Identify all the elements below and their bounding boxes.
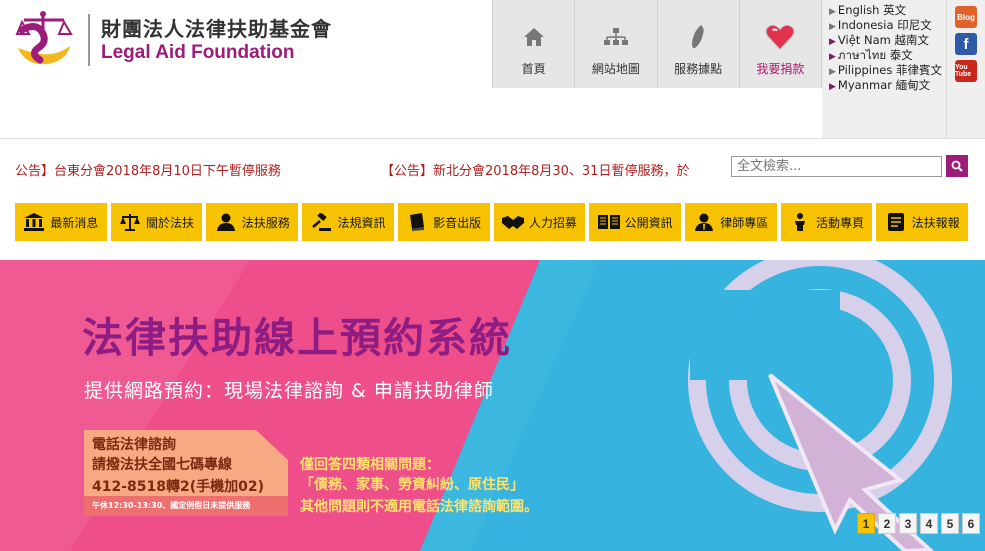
- site-header: 財團法人法律扶助基金會 Legal Aid Foundation 首頁 網站地圖…: [0, 0, 985, 138]
- lang-label: English 英文: [837, 3, 907, 17]
- triangle-right-icon: ▶: [829, 67, 836, 77]
- lang-label: Myanmar 緬甸文: [837, 78, 931, 92]
- menu-item-media[interactable]: 影音出版: [397, 203, 490, 241]
- logo-name-zh[interactable]: 財團法人法律扶助基金會: [101, 13, 332, 42]
- logo-name-en[interactable]: Legal Aid Foundation: [101, 42, 295, 64]
- triangle-right-icon: ▶: [829, 7, 836, 17]
- gavel-icon: [310, 212, 332, 232]
- youtube-icon[interactable]: You Tube: [955, 60, 977, 82]
- menu-item-about[interactable]: 關於法扶: [110, 203, 203, 241]
- search-button[interactable]: [946, 155, 968, 177]
- questions-line-2: 「債務、家事、勞資糾紛、原住民」: [300, 477, 524, 493]
- phone-note: 午休12:30-13:30、國定例假日未提供服務: [92, 501, 251, 510]
- social-links: Blog f You Tube: [946, 0, 985, 138]
- home-icon: [519, 22, 549, 52]
- lang-vietnam[interactable]: ▶ Việt Nam 越南文: [829, 34, 946, 49]
- search-input[interactable]: [731, 156, 942, 177]
- phone-consult-box: 電話法律諮詢 請撥法扶全國七碼專線 412-8518轉2(手機加02) 午休12…: [84, 430, 288, 516]
- slide-pager: 1 2 3 4 5 6: [857, 513, 980, 534]
- pager-button[interactable]: 4: [920, 513, 938, 534]
- phone-line-2: 請撥法扶全國七碼專線: [92, 457, 232, 473]
- lang-label: Indonesia 印尼文: [837, 18, 932, 32]
- legal-aid-logo-icon[interactable]: [12, 8, 74, 70]
- top-nav-locations[interactable]: 服務據點: [658, 0, 740, 88]
- blog-icon[interactable]: Blog: [955, 6, 977, 28]
- person-icon: [215, 212, 237, 232]
- document-icon: [885, 212, 907, 232]
- search-icon: [951, 160, 963, 172]
- main-menu: 最新消息 關於法扶 法扶服務 法規資訊 影音出版 人力招募 公開資訊 律師專區: [15, 203, 969, 241]
- top-nav-label: 首頁: [521, 62, 546, 76]
- handshake-icon: [501, 212, 524, 232]
- menu-item-news[interactable]: 最新消息: [15, 203, 107, 241]
- menu-label: 律師專區: [720, 215, 769, 230]
- menu-label: 最新消息: [50, 215, 99, 230]
- announcement-item[interactable]: 【公告】新北分會2018年8月30、31日暫停服務，於: [381, 160, 689, 179]
- top-nav-label: 服務據點: [674, 62, 723, 76]
- book-icon: [406, 212, 428, 232]
- lang-english[interactable]: ▶ English 英文: [829, 4, 946, 19]
- menu-label: 公開資訊: [624, 215, 673, 230]
- pager-button[interactable]: 5: [941, 513, 959, 534]
- menu-item-events[interactable]: 活動專頁: [780, 203, 873, 241]
- menu-label: 法扶報報: [911, 215, 960, 230]
- pager-button[interactable]: 3: [899, 513, 917, 534]
- questions-line-1: 僅回答四類相關問題：: [300, 457, 440, 473]
- top-nav-sitemap[interactable]: 網站地圖: [575, 0, 658, 88]
- sitemap-icon: [601, 22, 631, 52]
- language-list: ▶ English 英文 ▶ Indonesia 印尼文 ▶ Việt Nam 越南文…: [822, 0, 946, 138]
- triangle-right-icon: ▶: [829, 22, 836, 32]
- menu-item-newsletter[interactable]: 法扶報報: [876, 203, 969, 241]
- lang-thai[interactable]: ▶ ภาษาไทย 泰文: [829, 49, 946, 64]
- pager-button[interactable]: 2: [878, 513, 896, 534]
- hero-banner[interactable]: 法律扶助線上預約系統 提供網路預約：現場法律諮詢 & 申請扶助律師 電話法律諮詢…: [0, 260, 985, 551]
- top-nav-home[interactable]: 首頁: [493, 0, 576, 88]
- menu-label: 關於法扶: [146, 215, 195, 230]
- menu-item-recruitment[interactable]: 人力招募: [493, 203, 586, 241]
- questions-line-3: 其他問題則不適用電話法律諮詢範圍。: [300, 499, 538, 515]
- lang-label: ภาษาไทย 泰文: [837, 48, 913, 62]
- lang-philippines[interactable]: ▶ Pilippines 菲律賓文: [829, 64, 946, 79]
- phone-number: 412-8518轉2(手機加02): [92, 479, 265, 495]
- header-divider: [0, 138, 985, 139]
- page: 財團法人法律扶助基金會 Legal Aid Foundation 首頁 網站地圖…: [0, 0, 985, 551]
- menu-item-regulations[interactable]: 法規資訊: [302, 203, 394, 241]
- top-nav-label: 我要捐款: [756, 62, 805, 76]
- banner-title: 法律扶助線上預約系統: [82, 314, 512, 362]
- menu-label: 法規資訊: [337, 215, 386, 230]
- lang-label: Việt Nam 越南文: [837, 33, 929, 47]
- top-nav: 首頁 網站地圖 服務據點 我要捐款: [492, 0, 822, 88]
- announcement-item[interactable]: 公告】台東分會2018年8月10日下午暫停服務: [15, 160, 281, 179]
- building-icon: [23, 212, 45, 232]
- podium-icon: [789, 212, 811, 232]
- menu-item-services[interactable]: 法扶服務: [206, 203, 299, 241]
- lang-indonesia[interactable]: ▶ Indonesia 印尼文: [829, 19, 946, 34]
- lawyer-icon: [693, 212, 715, 232]
- menu-item-public-info[interactable]: 公開資訊: [589, 203, 681, 241]
- menu-label: 活動專頁: [815, 215, 864, 230]
- top-nav-label: 網站地圖: [591, 62, 640, 76]
- lang-myanmar[interactable]: ▶ Myanmar 緬甸文: [829, 79, 946, 94]
- menu-label: 法扶服務: [241, 215, 290, 230]
- phone-line-1: 電話法律諮詢: [92, 437, 176, 453]
- taiwan-map-icon: [683, 22, 713, 52]
- banner-subtitle: 提供網路預約：現場法律諮詢 & 申請扶助律師: [84, 380, 494, 402]
- triangle-right-icon: ▶: [829, 52, 836, 62]
- pager-button[interactable]: 6: [962, 513, 980, 534]
- scales-icon: [119, 212, 141, 232]
- top-nav-donate[interactable]: 我要捐款: [740, 0, 822, 88]
- open-book-icon: [597, 212, 620, 232]
- logo-divider: [88, 14, 90, 66]
- triangle-right-icon: ▶: [829, 82, 836, 92]
- facebook-icon[interactable]: f: [955, 33, 977, 55]
- heart-icon: [765, 22, 795, 52]
- menu-label: 人力招募: [528, 215, 577, 230]
- menu-item-lawyers[interactable]: 律師專區: [684, 203, 777, 241]
- menu-label: 影音出版: [433, 215, 482, 230]
- triangle-right-icon: ▶: [829, 37, 836, 47]
- pager-button[interactable]: 1: [857, 513, 875, 534]
- lang-label: Pilippines 菲律賓文: [837, 63, 942, 77]
